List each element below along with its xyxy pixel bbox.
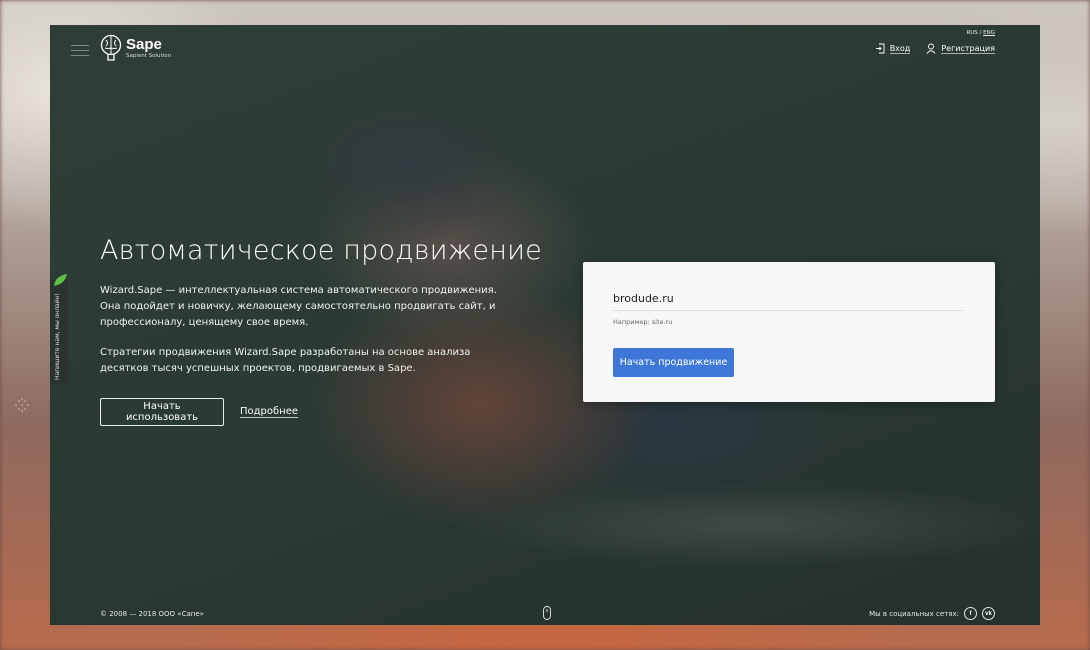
more-info-link[interactable]: Подробнее (240, 406, 299, 418)
language-switcher: RUS / ENG (966, 30, 995, 36)
login-link[interactable]: Вход (875, 43, 911, 54)
logo[interactable]: Sape Sapient Solution (100, 34, 171, 62)
copyright: © 2008 — 2018 ООО «Сапе» (100, 610, 204, 618)
promotion-form-card: Например: site.ru Начать продвижение (583, 262, 995, 402)
lang-en[interactable]: ENG (983, 30, 995, 36)
login-icon (875, 43, 885, 54)
register-label: Регистрация (941, 43, 995, 54)
page-title: Автоматическое продвижение (100, 235, 542, 266)
social-links: Мы в социальных сетях: f vk (869, 607, 995, 620)
lang-ru[interactable]: RUS (966, 30, 977, 36)
social-label: Мы в социальных сетях: (869, 609, 959, 618)
logo-name: Sape (126, 35, 162, 53)
input-hint: Например: site.ru (613, 318, 673, 326)
hero-description-secondary: Стратегии продвижения Wizard.Sape разраб… (100, 347, 471, 374)
start-promotion-button[interactable]: Начать продвижение (613, 348, 734, 377)
menu-icon[interactable] (71, 45, 89, 56)
start-using-button[interactable]: Начать использовать (100, 398, 224, 426)
register-link[interactable]: Регистрация (926, 43, 995, 54)
lang-separator: / (979, 30, 982, 36)
dots-pattern-icon (15, 398, 29, 412)
logo-subtitle: Sapient Solution (126, 52, 172, 59)
chat-label: Напишите нам, мы онлайн! (54, 293, 61, 380)
brain-logo-icon (100, 34, 122, 61)
vk-icon[interactable]: vk (982, 607, 995, 620)
hero-description: Wizard.Sape — интеллектуальная система а… (100, 285, 497, 328)
chat-widget-tab[interactable]: Напишите нам, мы онлайн! (50, 280, 68, 384)
browser-viewport: Sape Sapient Solution RUS / ENG Вход Рег… (50, 25, 1040, 625)
login-label: Вход (889, 43, 911, 54)
facebook-icon[interactable]: f (964, 607, 977, 620)
user-icon (926, 43, 936, 54)
leaf-icon (54, 274, 67, 286)
site-url-input[interactable] (613, 286, 963, 311)
auth-links: Вход Регистрация (875, 43, 995, 54)
scroll-mouse-icon[interactable] (543, 606, 551, 620)
